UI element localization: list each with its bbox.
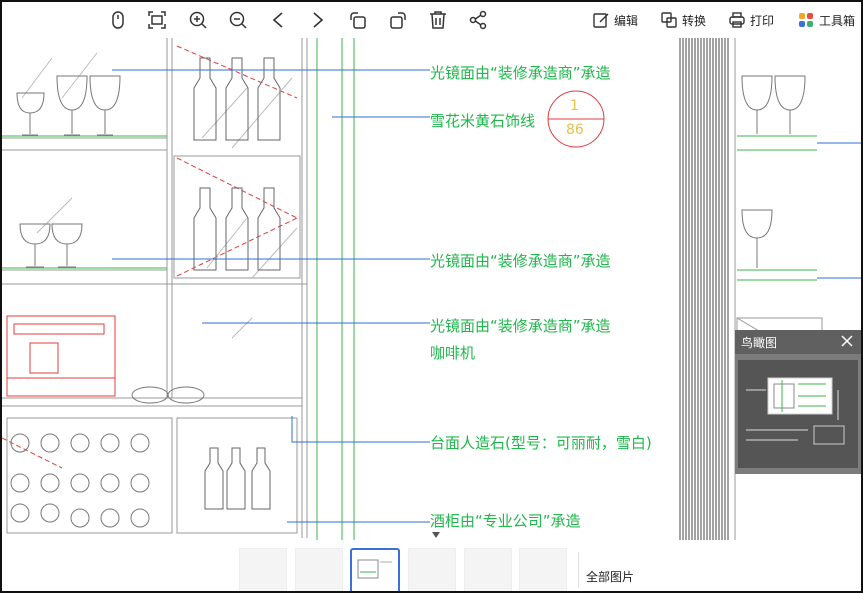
annotation-stone-trim: 雪花米黄石饰线 [430, 112, 536, 130]
birdseye-preview[interactable] [738, 360, 858, 468]
share-icon[interactable] [467, 9, 489, 31]
close-icon[interactable] [839, 333, 855, 349]
thumbnail-2[interactable] [295, 548, 343, 591]
toolbar: 编辑 转换 打印 工具箱 [2, 2, 861, 38]
all-images-button[interactable]: 全部图片 [586, 568, 634, 585]
convert-button[interactable]: 转换 [660, 10, 706, 30]
annotation-coffee-machine: 咖啡机 [430, 344, 476, 362]
mouse-icon[interactable] [107, 9, 129, 31]
section-mark-bottom: 86 [566, 122, 584, 138]
edit-icon [593, 13, 609, 28]
thumbnail-strip: 全部图片 [2, 532, 861, 591]
printer-icon [729, 12, 745, 28]
convert-label: 转换 [682, 13, 707, 28]
thumbnail-6[interactable] [519, 548, 567, 591]
annotation-mirror-1: 光镜面由“装修承造商”承造 [430, 64, 611, 82]
zoom-out-icon[interactable] [227, 9, 249, 31]
drawing-canvas[interactable]: 光镜面由“装修承造商”承造 雪花米黄石饰线 1 86 光镜面由“装修承造商”承造… [2, 38, 861, 540]
fit-screen-icon[interactable] [146, 9, 168, 31]
convert-icon [661, 12, 677, 28]
birdseye-panel[interactable]: 鸟瞰图 [735, 330, 861, 474]
delete-icon[interactable] [427, 9, 449, 31]
thumbnail-5[interactable] [464, 548, 512, 591]
annotation-mirror-3: 光镜面由“装修承造商”承造 [430, 317, 611, 335]
toolbox-label: 工具箱 [819, 13, 856, 28]
toolbox-button[interactable]: 工具箱 [797, 10, 855, 30]
thumbnail-4[interactable] [408, 548, 456, 591]
rotate-right-icon[interactable] [387, 9, 409, 31]
app-window: 编辑 转换 打印 工具箱 光镜面由“装修承造商”承造 雪花米黄石饰线 1 86 … [0, 0, 863, 593]
strip-divider [578, 552, 579, 588]
thumbnail-3[interactable] [350, 548, 400, 591]
edit-label: 编辑 [614, 13, 639, 28]
thumbnail-1[interactable] [239, 548, 287, 591]
birdseye-header: 鸟瞰图 [735, 330, 861, 354]
annotation-wine-cabinet: 酒柜由“专业公司”承造 [430, 512, 581, 530]
zoom-in-icon[interactable] [187, 9, 209, 31]
birdseye-title: 鸟瞰图 [741, 335, 778, 350]
section-mark-top: 1 [570, 98, 579, 114]
annotation-mirror-2: 光镜面由“装修承造商”承造 [430, 252, 611, 270]
next-icon[interactable] [307, 9, 329, 31]
previous-icon[interactable] [267, 9, 289, 31]
toolbox-icon [799, 13, 813, 27]
print-button[interactable]: 打印 [728, 10, 774, 30]
print-label: 打印 [750, 13, 775, 28]
collapse-icon[interactable] [428, 528, 444, 542]
annotation-countertop: 台面人造石(型号：可丽耐，雪白) [430, 434, 652, 452]
rotate-left-icon[interactable] [347, 9, 369, 31]
edit-button[interactable]: 编辑 [592, 10, 638, 30]
